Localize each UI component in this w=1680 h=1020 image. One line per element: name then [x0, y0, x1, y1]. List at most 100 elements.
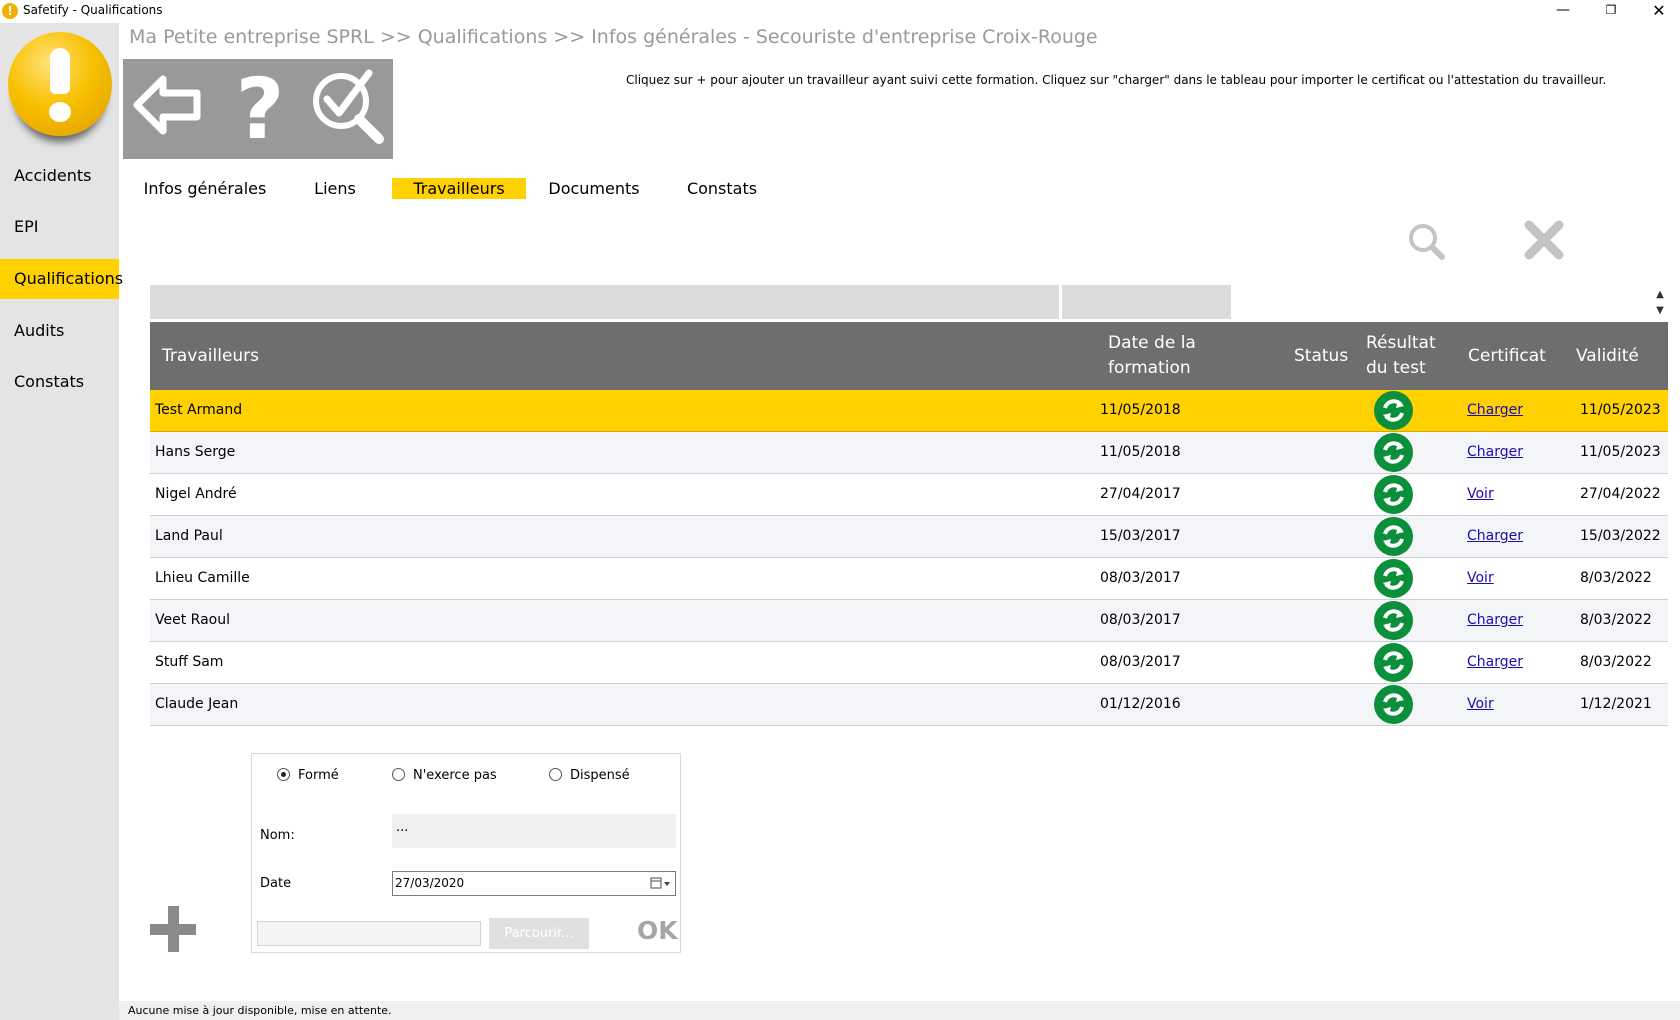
- calendar-dropdown-icon[interactable]: [650, 876, 672, 891]
- cell-worker-name: Land Paul: [155, 528, 223, 544]
- header-travailleurs[interactable]: Travailleurs: [162, 322, 259, 390]
- radio-label: Dispensé: [570, 768, 630, 783]
- radio-forme[interactable]: Formé: [277, 768, 339, 784]
- back-button[interactable]: [123, 59, 213, 159]
- browse-button[interactable]: Parcourir...: [489, 918, 589, 949]
- refresh-status-icon[interactable]: [1374, 559, 1413, 598]
- header-label: Certificat: [1468, 345, 1546, 366]
- refresh-icon: [1383, 651, 1404, 674]
- clear-filter-button[interactable]: [1523, 219, 1565, 261]
- file-path-field[interactable]: [257, 921, 481, 946]
- sidebar-item-audits[interactable]: Audits: [0, 311, 119, 351]
- table-row[interactable]: Test Armand 11/05/2018 Charger 11/05/202…: [150, 390, 1668, 432]
- breadcrumb: Ma Petite entreprise SPRL >> Qualificati…: [129, 26, 1098, 48]
- check-search-button[interactable]: [303, 59, 393, 159]
- tab-travailleurs[interactable]: Travailleurs: [392, 178, 526, 199]
- cell-validite: 8/03/2022: [1580, 654, 1652, 670]
- header-label: formation: [1108, 358, 1191, 378]
- close-window-button[interactable]: ✕: [1636, 0, 1680, 23]
- cell-certificat: Voir: [1467, 474, 1494, 515]
- search-filter-button[interactable]: [1406, 221, 1446, 261]
- header-date-formation[interactable]: Date de la formation: [1108, 322, 1196, 390]
- header-certificat[interactable]: Certificat: [1468, 322, 1546, 390]
- cell-validite: 27/04/2022: [1580, 486, 1661, 502]
- close-icon: [1524, 220, 1564, 260]
- date-field[interactable]: 27/03/2020: [392, 871, 676, 896]
- safetify-logo-icon: [8, 32, 112, 136]
- ok-button[interactable]: OK: [637, 916, 678, 945]
- radio-label: N'exerce pas: [413, 768, 497, 783]
- cell-worker-name: Hans Serge: [155, 444, 236, 460]
- cell-worker-name: Nigel André: [155, 486, 237, 502]
- certificate-link[interactable]: Voir: [1467, 696, 1494, 712]
- cell-certificat: Charger: [1467, 600, 1523, 641]
- radio-dispense[interactable]: Dispensé: [549, 768, 630, 784]
- minimize-button[interactable]: —: [1540, 0, 1586, 23]
- header-status[interactable]: Status: [1294, 322, 1348, 390]
- sidebar-item-accidents[interactable]: Accidents: [0, 156, 119, 196]
- table-row[interactable]: Lhieu Camille 08/03/2017 Voir 8/03/2022: [150, 558, 1668, 600]
- certificate-link[interactable]: Charger: [1467, 444, 1523, 460]
- date-label: Date: [260, 876, 292, 891]
- cell-validite: 11/05/2023: [1580, 402, 1661, 418]
- name-field[interactable]: ...: [392, 814, 676, 848]
- certificate-link[interactable]: Charger: [1467, 528, 1523, 544]
- cell-date-formation: 11/05/2018: [1100, 402, 1181, 418]
- search-check-icon: [313, 69, 384, 144]
- scroll-up-icon[interactable]: ▲: [1652, 288, 1668, 302]
- sidebar-item-qualifications[interactable]: Qualifications: [0, 259, 123, 299]
- cell-worker-name: Veet Raoul: [155, 612, 230, 628]
- logo-exclamation-dot: [49, 102, 71, 122]
- cell-certificat: Charger: [1467, 432, 1523, 473]
- header-label: Résultat: [1366, 333, 1436, 353]
- refresh-status-icon[interactable]: [1374, 643, 1413, 682]
- header-resultat-test[interactable]: Résultat du test: [1366, 322, 1436, 390]
- radio-label: Formé: [298, 768, 339, 783]
- certificate-link[interactable]: Voir: [1467, 486, 1494, 502]
- header-label: du test: [1366, 358, 1426, 378]
- workers-table: Travailleurs Date de la formation Status …: [150, 322, 1668, 726]
- table-row[interactable]: Nigel André 27/04/2017 Voir 27/04/2022: [150, 474, 1668, 516]
- filter-cell-date[interactable]: [1062, 285, 1231, 319]
- table-row[interactable]: Veet Raoul 08/03/2017 Charger 8/03/2022: [150, 600, 1668, 642]
- add-worker-form: Formé N'exerce pas Dispensé Nom: ... Dat…: [251, 753, 681, 953]
- help-button[interactable]: ?: [213, 59, 303, 159]
- refresh-status-icon[interactable]: [1374, 475, 1413, 514]
- radio-nexerce-pas[interactable]: N'exerce pas: [392, 768, 497, 784]
- sidebar-item-epi[interactable]: EPI: [0, 207, 119, 247]
- cell-date-formation: 08/03/2017: [1100, 570, 1181, 586]
- tab-liens[interactable]: Liens: [300, 178, 370, 199]
- cell-date-formation: 08/03/2017: [1100, 654, 1181, 670]
- refresh-status-icon[interactable]: [1374, 391, 1413, 430]
- certificate-link[interactable]: Voir: [1467, 570, 1494, 586]
- sidebar-item-constats[interactable]: Constats: [0, 362, 119, 402]
- table-header: Travailleurs Date de la formation Status …: [150, 322, 1668, 390]
- tab-documents[interactable]: Documents: [546, 178, 642, 199]
- cell-validite: 1/12/2021: [1580, 696, 1652, 712]
- radio-circle: [277, 768, 290, 781]
- refresh-status-icon[interactable]: [1374, 433, 1413, 472]
- table-row[interactable]: Claude Jean 01/12/2016 Voir 1/12/2021: [150, 684, 1668, 726]
- table-row[interactable]: Hans Serge 11/05/2018 Charger 11/05/2023: [150, 432, 1668, 474]
- filter-cell-workers[interactable]: [150, 285, 1059, 319]
- refresh-status-icon[interactable]: [1374, 601, 1413, 640]
- scroll-down-icon[interactable]: ▼: [1652, 304, 1668, 318]
- table-body: Test Armand 11/05/2018 Charger 11/05/202…: [150, 390, 1668, 726]
- table-row[interactable]: Land Paul 15/03/2017 Charger 15/03/2022: [150, 516, 1668, 558]
- tab-constats[interactable]: Constats: [684, 178, 760, 199]
- tab-infos-generales[interactable]: Infos générales: [140, 178, 270, 199]
- refresh-icon: [1383, 693, 1404, 716]
- table-row[interactable]: Stuff Sam 08/03/2017 Charger 8/03/2022: [150, 642, 1668, 684]
- maximize-button[interactable]: ❐: [1588, 0, 1634, 23]
- cell-date-formation: 11/05/2018: [1100, 444, 1181, 460]
- certificate-link[interactable]: Charger: [1467, 654, 1523, 670]
- header-validite[interactable]: Validité: [1576, 322, 1639, 390]
- certificate-link[interactable]: Charger: [1467, 402, 1523, 418]
- cell-certificat: Voir: [1467, 558, 1494, 599]
- refresh-status-icon[interactable]: [1374, 685, 1413, 724]
- add-worker-button[interactable]: [150, 906, 196, 952]
- refresh-status-icon[interactable]: [1374, 517, 1413, 556]
- cell-certificat: Voir: [1467, 684, 1494, 725]
- certificate-link[interactable]: Charger: [1467, 612, 1523, 628]
- app-window: ! Safetify - Qualifications — ❐ ✕ Accide…: [0, 0, 1680, 1020]
